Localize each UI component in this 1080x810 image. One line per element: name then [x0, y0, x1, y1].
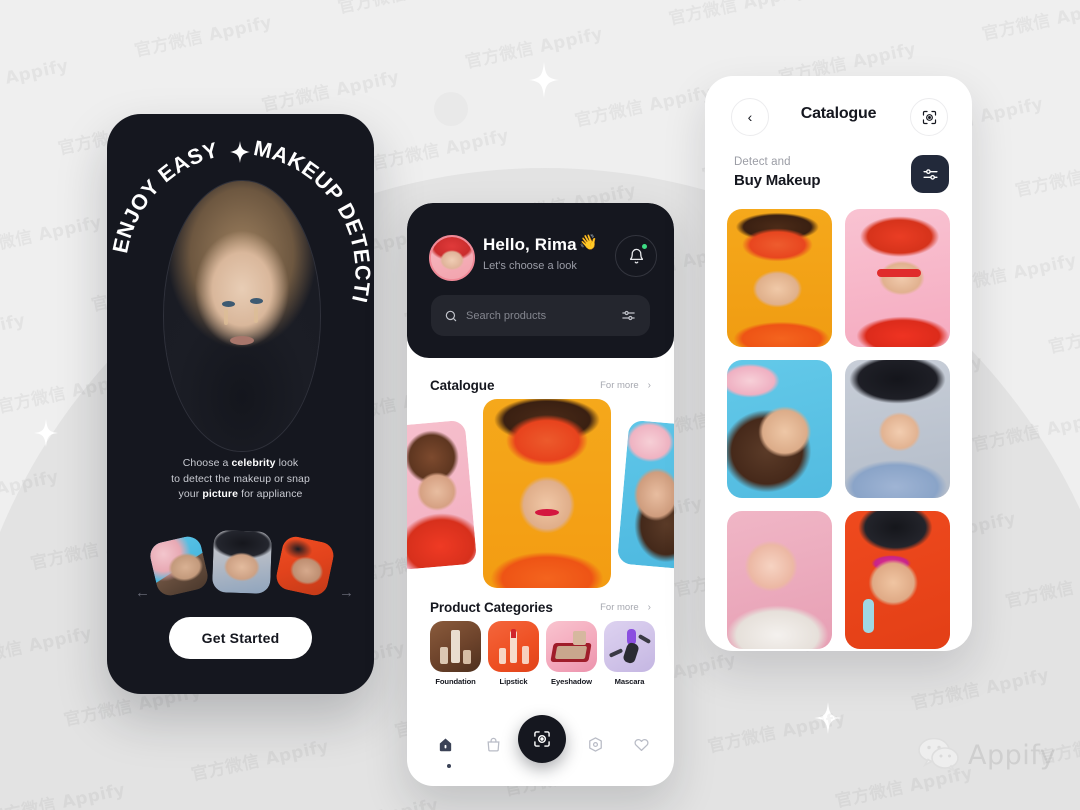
photo-card[interactable]: [727, 511, 832, 649]
category-label: Foundation: [435, 677, 476, 686]
category-label: Eyeshadow: [551, 677, 592, 686]
look-thumbnail[interactable]: [211, 530, 273, 594]
look-thumbnail[interactable]: [147, 533, 211, 599]
greeting-text: Hello, Rima: [483, 235, 577, 254]
copy-line-3: your picture for appliance: [178, 488, 303, 500]
scan-button[interactable]: [910, 98, 948, 136]
greeting-subtitle: Let's choose a look: [483, 260, 577, 272]
for-more-link[interactable]: For more ›: [600, 380, 651, 391]
arrow-right-icon[interactable]: →: [339, 584, 354, 601]
sliders-icon[interactable]: [621, 308, 636, 323]
photo-grid: [727, 209, 950, 649]
home-header: Hello, Rima 👋 Let's choose a look Search…: [407, 203, 674, 358]
sparkle-icon: [230, 141, 250, 163]
bottom-navigation: [407, 706, 674, 786]
category-label: Mascara: [614, 677, 645, 686]
section-title: Product Categories: [430, 600, 553, 615]
sliders-icon: [922, 168, 938, 180]
brand-name: Appify: [968, 739, 1057, 771]
brand-watermark: Appify: [918, 738, 1056, 772]
wave-emoji: 👋: [579, 234, 598, 251]
catalogue-card[interactable]: [616, 419, 674, 571]
search-placeholder: Search products: [466, 309, 547, 322]
category-thumbnail: [430, 621, 481, 672]
home-icon[interactable]: [437, 736, 454, 758]
for-more-link[interactable]: For more ›: [600, 602, 651, 613]
photo-card[interactable]: [727, 209, 832, 347]
section-title: Catalogue: [430, 378, 495, 393]
settings-icon[interactable]: [587, 736, 604, 758]
catalogue-carousel[interactable]: [407, 399, 674, 588]
category-item-lipstick[interactable]: Lipstick: [488, 621, 539, 693]
onboarding-screen: ENJOY EASY MAKEUP DETECTION Choose a cel…: [107, 114, 374, 694]
photo-card[interactable]: [845, 360, 950, 498]
arrow-left-icon[interactable]: ←: [135, 584, 150, 601]
heart-icon[interactable]: [633, 736, 650, 758]
photo-card[interactable]: [845, 209, 950, 347]
hero-portrait: [163, 180, 321, 452]
scan-icon: [922, 110, 936, 124]
category-thumbnail: [488, 621, 539, 672]
copy-line-1: Choose a celebrity look: [182, 457, 299, 469]
catalogue-screen: ‹ Catalogue Detect and Buy Makeup: [705, 76, 972, 651]
heading-large: Buy Makeup: [734, 172, 821, 189]
bag-icon[interactable]: [485, 736, 502, 758]
category-item-eyeshadow[interactable]: Eyeshadow: [546, 621, 597, 693]
categories-section-header: Product Categories For more ›: [430, 600, 651, 615]
search-icon: [444, 309, 458, 323]
chevron-right-icon: ›: [647, 602, 651, 613]
chevron-right-icon: ›: [647, 380, 651, 391]
catalogue-card[interactable]: [407, 419, 478, 571]
category-thumbnail: [604, 621, 655, 672]
search-input[interactable]: Search products: [431, 295, 650, 336]
category-thumbnail: [546, 621, 597, 672]
bell-icon: [629, 248, 643, 263]
onboarding-copy: Choose a celebrity look to detect the ma…: [123, 456, 358, 503]
heading-small: Detect and: [734, 156, 791, 168]
get-started-button[interactable]: Get Started: [169, 617, 312, 659]
catalogue-card-active[interactable]: [483, 399, 611, 588]
category-label: Lipstick: [499, 677, 528, 686]
photo-card[interactable]: [845, 511, 950, 649]
home-screen: Hello, Rima 👋 Let's choose a look Search…: [407, 203, 674, 786]
category-item-foundation[interactable]: Foundation: [430, 621, 481, 693]
filter-button[interactable]: [911, 155, 949, 193]
copy-line-2: to detect the makeup or snap: [171, 472, 310, 485]
scan-icon: [534, 731, 550, 747]
look-thumbnail-carousel[interactable]: ← →: [125, 529, 356, 601]
category-item-mascara[interactable]: Mascara: [604, 621, 655, 693]
active-indicator-dot: [447, 764, 451, 768]
look-thumbnail[interactable]: [273, 534, 337, 598]
catalogue-topbar: ‹ Catalogue: [705, 98, 972, 146]
notification-button[interactable]: [615, 235, 657, 277]
notification-badge: [642, 244, 647, 249]
product-categories-row: Foundation Lipstick Eyeshadow Mascara: [430, 621, 655, 693]
catalogue-section-header: Catalogue For more ›: [430, 378, 651, 393]
avatar[interactable]: [429, 235, 475, 281]
scan-button[interactable]: [518, 715, 566, 763]
photo-card[interactable]: [727, 360, 832, 498]
wechat-icon: [918, 738, 959, 772]
